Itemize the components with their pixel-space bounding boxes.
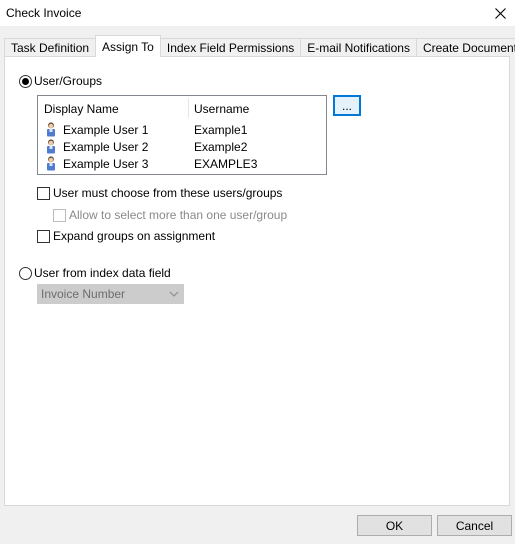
tab-email-notifications[interactable]: E-mail Notifications bbox=[300, 38, 417, 57]
cell-display-name: Example User 3 bbox=[63, 157, 149, 171]
index-field-label: User from index data field bbox=[34, 266, 171, 280]
ok-button[interactable]: OK bbox=[357, 515, 432, 536]
must-choose-option[interactable]: User must choose from these users/groups bbox=[37, 186, 282, 200]
expand-groups-checkbox[interactable] bbox=[37, 229, 50, 243]
user-groups-label: User/Groups bbox=[34, 74, 103, 88]
column-separator[interactable] bbox=[188, 98, 189, 118]
index-field-radio[interactable] bbox=[19, 266, 32, 280]
index-field-value: Invoice Number bbox=[41, 287, 126, 301]
tab-task-definition[interactable]: Task Definition bbox=[4, 38, 97, 57]
window-title: Check Invoice bbox=[6, 6, 82, 20]
cell-username: Example2 bbox=[194, 140, 248, 154]
dialog-window: Check Invoice Task Definition Assign To … bbox=[0, 0, 515, 544]
column-header-username[interactable]: Username bbox=[194, 102, 249, 116]
allow-multiple-checkbox bbox=[53, 208, 66, 222]
expand-groups-label: Expand groups on assignment bbox=[53, 229, 216, 243]
allow-multiple-option: Allow to select more than one user/group bbox=[53, 208, 287, 222]
cancel-button[interactable]: Cancel bbox=[437, 515, 512, 536]
user-groups-radio[interactable] bbox=[19, 74, 32, 88]
list-item[interactable]: Example User 2 Example2 bbox=[38, 138, 326, 155]
index-field-dropdown: Invoice Number bbox=[37, 284, 184, 304]
cell-display-name: Example User 2 bbox=[63, 140, 149, 154]
column-header-display-name[interactable]: Display Name bbox=[44, 102, 119, 116]
title-bar: Check Invoice bbox=[0, 0, 515, 26]
user-icon bbox=[47, 122, 55, 137]
list-item[interactable]: Example User 3 EXAMPLE3 bbox=[38, 155, 326, 172]
cell-username: Example1 bbox=[194, 123, 248, 137]
close-icon bbox=[494, 7, 506, 19]
user-icon bbox=[47, 139, 55, 154]
close-button[interactable] bbox=[485, 0, 515, 26]
list-header: Display Name Username bbox=[38, 96, 326, 118]
tab-assign-to[interactable]: Assign To bbox=[95, 35, 161, 57]
expand-groups-option[interactable]: Expand groups on assignment bbox=[37, 229, 215, 243]
cell-display-name: Example User 1 bbox=[63, 123, 149, 137]
tab-strip: Task Definition Assign To Index Field Pe… bbox=[4, 35, 515, 57]
browse-users-button[interactable]: ... bbox=[333, 95, 361, 116]
chevron-down-icon bbox=[169, 291, 179, 297]
cell-username: EXAMPLE3 bbox=[194, 157, 258, 171]
assign-to-panel: User/Groups Display Name Username Exampl… bbox=[4, 56, 510, 506]
user-icon bbox=[47, 156, 55, 171]
index-field-option[interactable]: User from index data field bbox=[19, 266, 171, 280]
must-choose-checkbox[interactable] bbox=[37, 186, 50, 200]
user-groups-option[interactable]: User/Groups bbox=[19, 74, 102, 88]
tab-index-field-permissions[interactable]: Index Field Permissions bbox=[159, 38, 302, 57]
list-item[interactable]: Example User 1 Example1 bbox=[38, 121, 326, 138]
tab-create-document[interactable]: Create Document bbox=[415, 38, 515, 57]
must-choose-label: User must choose from these users/groups bbox=[53, 186, 283, 200]
allow-multiple-label: Allow to select more than one user/group bbox=[69, 208, 288, 222]
users-listbox[interactable]: Display Name Username Example User 1 Exa… bbox=[37, 95, 327, 175]
